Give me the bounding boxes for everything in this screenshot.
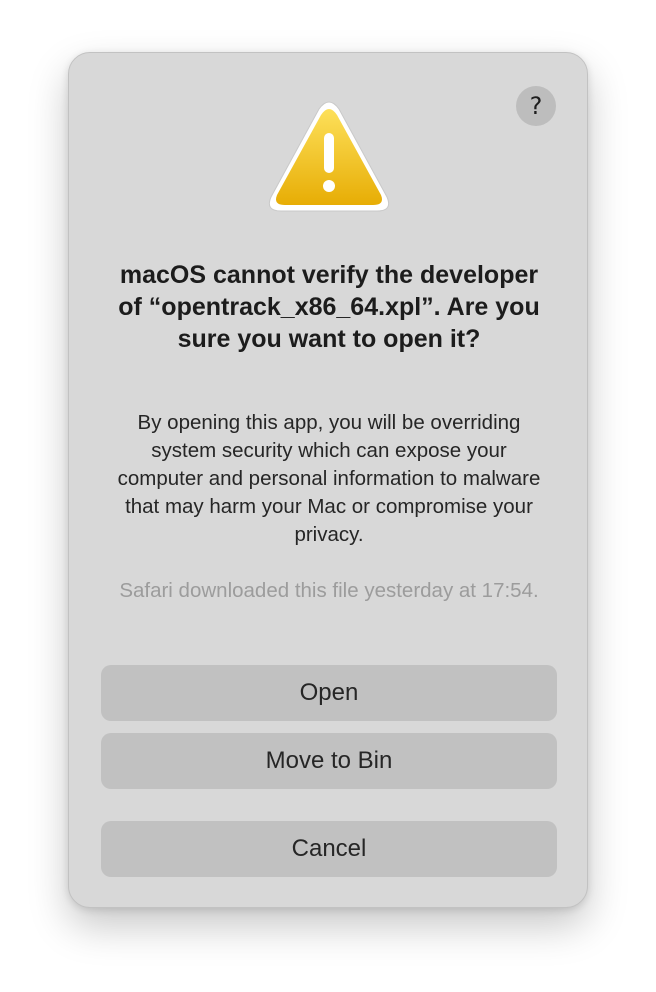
download-info-text: Safari downloaded this file yesterday at… — [119, 579, 539, 602]
help-icon: ? — [529, 92, 543, 120]
dialog-message: By opening this app, you will be overrid… — [117, 411, 541, 546]
warning-triangle-icon — [268, 101, 390, 212]
open-button[interactable]: Open — [101, 665, 557, 721]
security-alert-dialog: ? macOS cannot verify the developer of “… — [68, 52, 588, 908]
help-button[interactable]: ? — [516, 86, 556, 126]
dialog-title: macOS cannot verify the developer of “op… — [118, 261, 540, 353]
move-to-bin-button[interactable]: Move to Bin — [101, 733, 557, 789]
cancel-button[interactable]: Cancel — [101, 821, 557, 877]
